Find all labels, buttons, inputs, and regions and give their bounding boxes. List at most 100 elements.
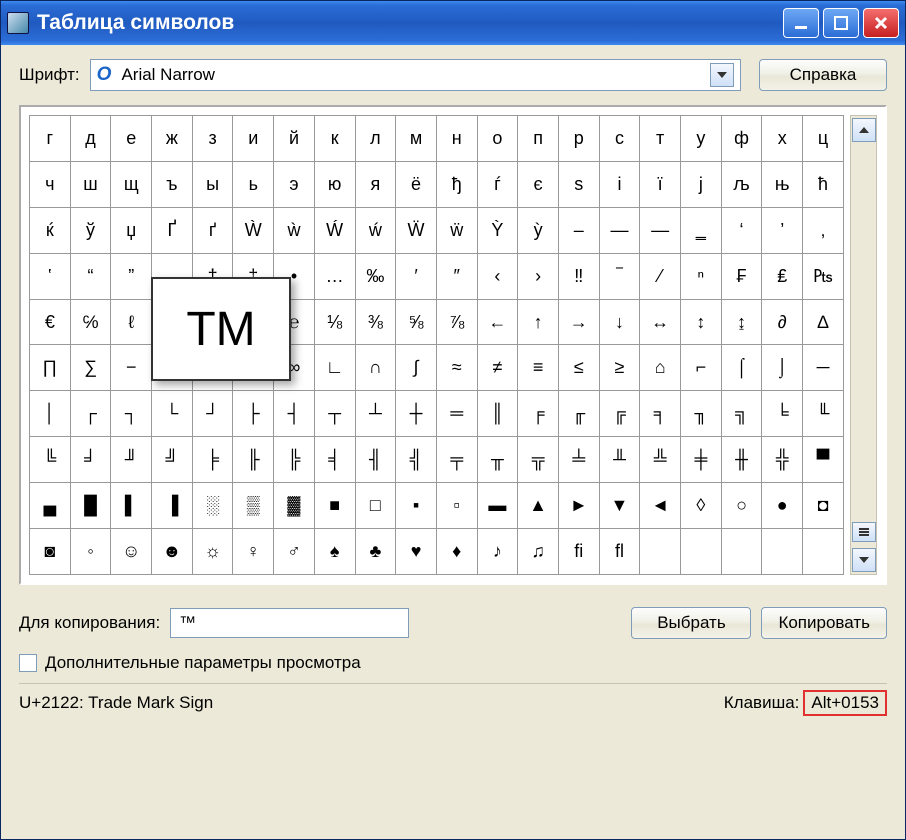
- char-cell[interactable]: ╞: [192, 437, 233, 483]
- char-cell[interactable]: к: [314, 116, 355, 162]
- char-cell[interactable]: ₧: [803, 253, 844, 299]
- char-cell[interactable]: ℅: [70, 299, 111, 345]
- char-cell[interactable]: ■: [314, 483, 355, 529]
- char-cell[interactable]: ⅝: [396, 299, 437, 345]
- close-button[interactable]: [863, 8, 899, 38]
- char-cell[interactable]: ○: [721, 483, 762, 529]
- char-cell[interactable]: ↑: [518, 299, 559, 345]
- char-cell[interactable]: ╕: [640, 391, 681, 437]
- char-cell[interactable]: з: [192, 116, 233, 162]
- char-cell[interactable]: ẁ: [274, 207, 315, 253]
- select-button[interactable]: Выбрать: [631, 607, 751, 639]
- char-cell[interactable]: ы: [192, 161, 233, 207]
- char-cell[interactable]: ‛: [30, 253, 71, 299]
- char-cell[interactable]: ∕: [152, 345, 193, 391]
- char-cell[interactable]: ║: [477, 391, 518, 437]
- maximize-button[interactable]: [823, 8, 859, 38]
- char-cell[interactable]: ∆: [803, 299, 844, 345]
- char-cell[interactable]: ╜: [111, 437, 152, 483]
- char-cell[interactable]: д: [70, 116, 111, 162]
- char-cell[interactable]: ╟: [233, 437, 274, 483]
- char-cell[interactable]: ≈: [436, 345, 477, 391]
- char-cell[interactable]: [681, 529, 722, 575]
- char-cell[interactable]: ’: [762, 207, 803, 253]
- char-cell[interactable]: ↕: [681, 299, 722, 345]
- help-button[interactable]: Справка: [759, 59, 887, 91]
- char-cell[interactable]: ╡: [314, 437, 355, 483]
- char-cell[interactable]: ◦: [70, 529, 111, 575]
- scroll-mode-button[interactable]: [852, 522, 876, 542]
- char-cell[interactable]: ѕ: [558, 161, 599, 207]
- char-cell[interactable]: ▼: [599, 483, 640, 529]
- char-cell[interactable]: ◘: [803, 483, 844, 529]
- char-cell[interactable]: —: [599, 207, 640, 253]
- char-cell[interactable]: ╨: [599, 437, 640, 483]
- character-grid[interactable]: гдежзийклмнопрстуфхцчшщъыьэюяёђѓєѕіїјљњћ…: [29, 115, 844, 575]
- char-cell[interactable]: …: [314, 253, 355, 299]
- scroll-down-button[interactable]: [852, 548, 876, 572]
- char-cell[interactable]: ю: [314, 161, 355, 207]
- char-cell[interactable]: ≥: [599, 345, 640, 391]
- char-cell[interactable]: ╫: [721, 437, 762, 483]
- char-cell[interactable]: №: [152, 299, 193, 345]
- char-cell[interactable]: н: [436, 116, 477, 162]
- char-cell[interactable]: ☻: [152, 529, 193, 575]
- minimize-button[interactable]: [783, 8, 819, 38]
- char-cell[interactable]: →: [558, 299, 599, 345]
- char-cell[interactable]: ќ: [30, 207, 71, 253]
- char-cell[interactable]: •: [274, 253, 315, 299]
- char-cell[interactable]: ⌐: [681, 345, 722, 391]
- char-cell[interactable]: Ẅ: [396, 207, 437, 253]
- char-cell[interactable]: ч: [30, 161, 71, 207]
- char-cell[interactable]: ─: [803, 345, 844, 391]
- char-cell[interactable]: ╬: [762, 437, 803, 483]
- char-cell[interactable]: ђ: [436, 161, 477, 207]
- char-cell[interactable]: ╒: [518, 391, 559, 437]
- char-cell[interactable]: ⌂: [640, 345, 681, 391]
- font-select[interactable]: O Arial Narrow: [90, 59, 741, 91]
- char-cell[interactable]: ♥: [396, 529, 437, 575]
- char-cell[interactable]: њ: [762, 161, 803, 207]
- char-cell[interactable]: т: [640, 116, 681, 162]
- char-cell[interactable]: ⅜: [355, 299, 396, 345]
- char-cell[interactable]: √: [233, 345, 274, 391]
- char-cell[interactable]: ╔: [599, 391, 640, 437]
- char-cell[interactable]: ﬂ: [599, 529, 640, 575]
- char-cell[interactable]: ═: [436, 391, 477, 437]
- copy-input[interactable]: [170, 608, 409, 638]
- char-cell[interactable]: ѓ: [477, 161, 518, 207]
- char-cell[interactable]: ‗: [681, 207, 722, 253]
- char-cell[interactable]: ╪: [681, 437, 722, 483]
- char-cell[interactable]: ℮: [274, 299, 315, 345]
- char-cell[interactable]: ‘: [721, 207, 762, 253]
- char-cell[interactable]: ↓: [599, 299, 640, 345]
- char-cell[interactable]: ┐: [111, 391, 152, 437]
- char-cell[interactable]: [640, 529, 681, 575]
- char-cell[interactable]: ♪: [477, 529, 518, 575]
- char-cell[interactable]: у: [681, 116, 722, 162]
- char-cell[interactable]: ẅ: [436, 207, 477, 253]
- char-cell[interactable]: ♠: [314, 529, 355, 575]
- char-cell[interactable]: └: [152, 391, 193, 437]
- char-cell[interactable]: ≡: [518, 345, 559, 391]
- char-cell[interactable]: ♀: [233, 529, 274, 575]
- char-cell[interactable]: ╝: [152, 437, 193, 483]
- char-cell[interactable]: ♣: [355, 529, 396, 575]
- char-cell[interactable]: ╗: [721, 391, 762, 437]
- char-cell[interactable]: ≠: [477, 345, 518, 391]
- char-cell[interactable]: ←: [477, 299, 518, 345]
- char-cell[interactable]: „: [152, 253, 193, 299]
- char-cell[interactable]: ∩: [355, 345, 396, 391]
- char-cell[interactable]: ▲: [518, 483, 559, 529]
- char-cell[interactable]: Ω: [233, 299, 274, 345]
- char-cell[interactable]: ╩: [640, 437, 681, 483]
- char-cell[interactable]: ▄: [30, 483, 71, 529]
- char-cell[interactable]: ┴: [355, 391, 396, 437]
- char-cell[interactable]: ┤: [274, 391, 315, 437]
- char-cell[interactable]: й: [274, 116, 315, 162]
- char-cell[interactable]: ′: [396, 253, 437, 299]
- scrollbar[interactable]: [850, 115, 877, 575]
- char-cell[interactable]: │: [30, 391, 71, 437]
- char-cell[interactable]: џ: [111, 207, 152, 253]
- char-cell[interactable]: ▓: [274, 483, 315, 529]
